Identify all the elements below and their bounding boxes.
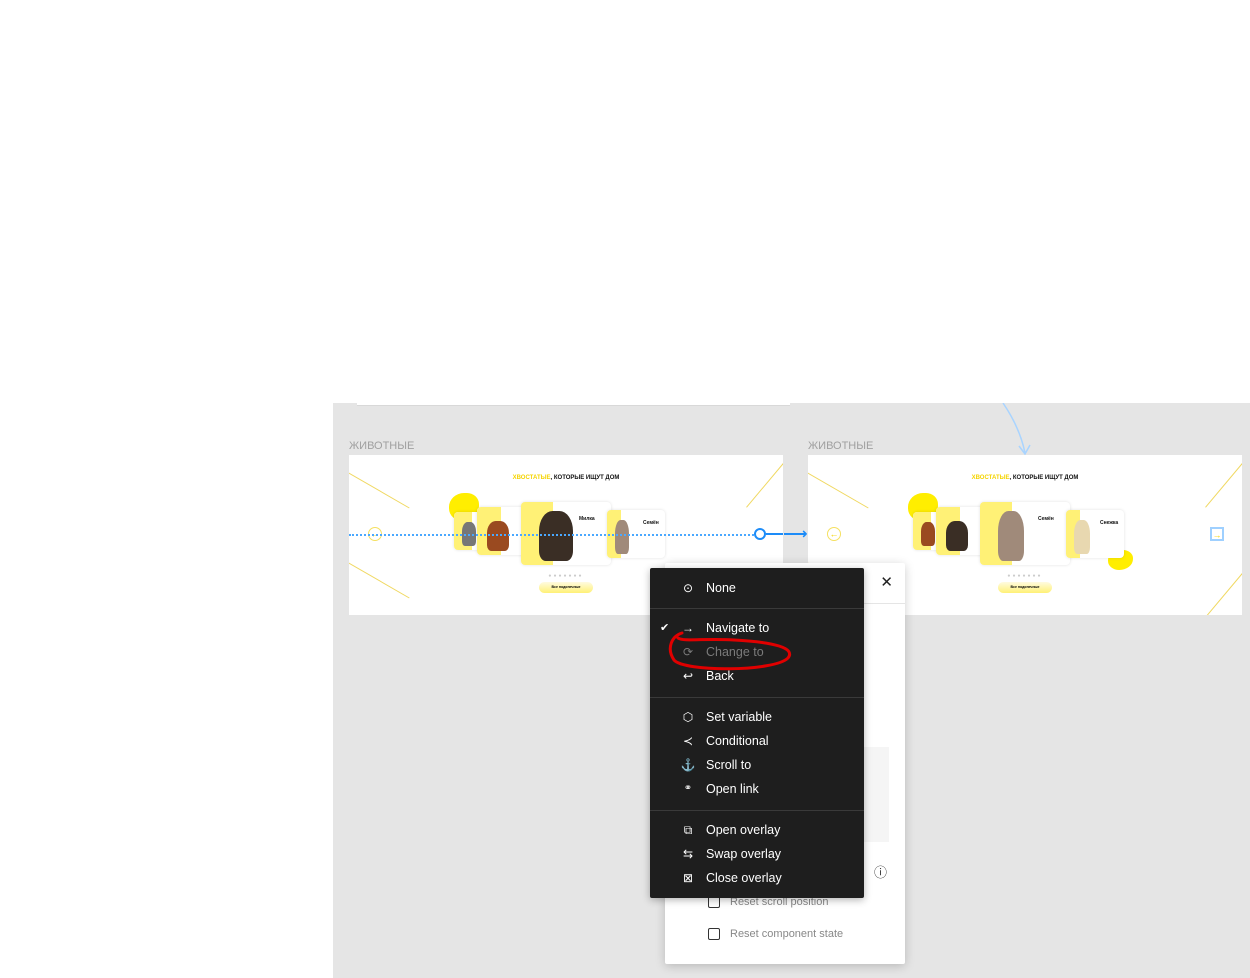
close-icon[interactable]: ✕ xyxy=(880,573,893,591)
info-icon[interactable]: ⓘ xyxy=(874,862,887,881)
all-pets-button[interactable]: Все подопечные xyxy=(998,582,1052,593)
pet-card[interactable]: Снежка xyxy=(1066,510,1124,558)
menu-item-scroll-to[interactable]: ⚓ Scroll to xyxy=(650,753,864,777)
menu-item-none[interactable]: ⊙ None xyxy=(650,576,864,600)
connection-handle[interactable] xyxy=(754,528,766,540)
prev-arrow-icon[interactable]: ← xyxy=(827,527,841,541)
menu-item-set-variable[interactable]: ⬡ Set variable xyxy=(650,705,864,729)
section-title: ХВОСТАТЫЕ, КОТОРЫЕ ИЩУТ ДОМ xyxy=(971,475,1079,481)
swap-overlay-icon: ⇆ xyxy=(682,847,694,861)
pet-card-featured[interactable]: Семён xyxy=(980,502,1070,565)
open-overlay-icon: ⧉ xyxy=(683,823,693,837)
close-overlay-icon: ⊠ xyxy=(682,871,694,885)
action-dropdown-menu: ⊙ None ✔ → Navigate to ⟳ Change to ↩ Back ⬡ Se… xyxy=(650,568,864,898)
frame-above xyxy=(357,395,790,406)
all-pets-button[interactable]: Все подопечные xyxy=(539,582,593,593)
red-annotation-circle xyxy=(668,631,792,671)
frame-label[interactable]: ЖИВОТНЫЕ xyxy=(808,440,873,452)
menu-item-open-overlay[interactable]: ⧉ Open overlay xyxy=(650,818,864,842)
section-title: ХВОСТАТЫЕ, КОТОРЫЕ ИЩУТ ДОМ xyxy=(512,475,620,481)
arrow-head-icon: ➜ xyxy=(797,526,808,541)
menu-item-open-link[interactable]: ⚭ Open link xyxy=(650,777,864,801)
frame-label[interactable]: ЖИВОТНЫЕ xyxy=(349,440,414,452)
anchor-icon: ⚓ xyxy=(680,758,696,772)
link-icon: ⚭ xyxy=(683,783,693,794)
menu-item-swap-overlay[interactable]: ⇆ Swap overlay xyxy=(650,842,864,866)
next-arrow-icon[interactable]: → xyxy=(1210,527,1224,541)
reset-component-label: Reset component state xyxy=(730,928,844,940)
menu-item-close-overlay[interactable]: ⊠ Close overlay xyxy=(650,866,864,890)
incoming-connection-arrow xyxy=(1002,403,1031,456)
connection-line xyxy=(349,534,757,536)
target-icon: ⊙ xyxy=(682,581,694,595)
branch-icon: ≺ xyxy=(682,734,694,748)
variable-icon: ⬡ xyxy=(682,710,694,724)
reset-component-checkbox[interactable] xyxy=(708,928,720,940)
menu-item-conditional[interactable]: ≺ Conditional xyxy=(650,729,864,753)
